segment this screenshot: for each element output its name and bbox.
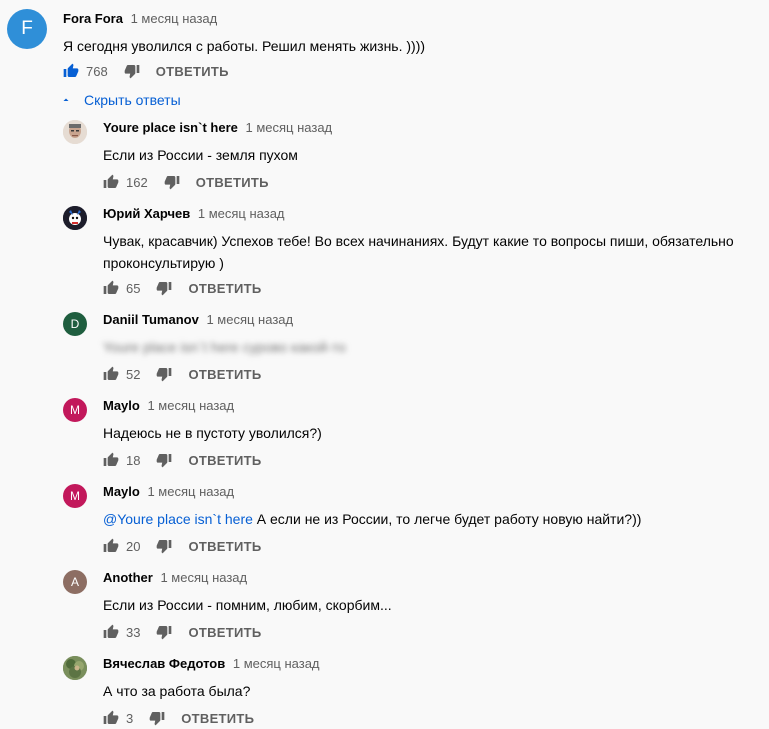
like-icon[interactable] — [103, 280, 119, 296]
comment-text: Надеюсь не в пустоту уволился?) — [103, 425, 322, 441]
author-name[interactable]: Fora Fora — [63, 11, 123, 26]
reply-button[interactable]: ОТВЕТИТЬ — [181, 711, 254, 726]
dislike-icon[interactable] — [164, 174, 180, 190]
avatar-letter: D — [70, 317, 80, 331]
character-photo-icon — [63, 206, 87, 230]
like-count: 52 — [126, 366, 141, 382]
dislike-icon[interactable] — [156, 624, 172, 640]
avatar[interactable]: M — [63, 398, 87, 422]
avatar[interactable]: A — [63, 570, 87, 594]
author-name[interactable]: Daniil Tumanov — [103, 312, 199, 327]
comment-time[interactable]: 1 месяц назад — [160, 570, 247, 585]
author-name[interactable]: Юрий Харчев — [103, 206, 190, 221]
comment-text: Если из России - земля пухом — [103, 147, 298, 163]
comment-text: Чувак, красавчик) Успехов тебе! Во всех … — [103, 233, 734, 271]
comment-time[interactable]: 1 месяц назад — [147, 398, 234, 413]
comment-toolbar: 20 ОТВЕТИТЬ — [103, 538, 262, 554]
like-icon[interactable] — [63, 63, 79, 79]
like-count: 162 — [126, 174, 148, 190]
like-count: 3 — [126, 710, 134, 726]
comment-toolbar: 18 ОТВЕТИТЬ — [103, 452, 262, 468]
author-name[interactable]: Maylo — [103, 484, 140, 499]
comment-time[interactable]: 1 месяц назад — [233, 656, 320, 671]
dislike-icon[interactable] — [156, 366, 172, 382]
comment-toolbar: 52 ОТВЕТИТЬ — [103, 366, 262, 382]
like-count: 65 — [126, 280, 141, 296]
author-name[interactable]: Youre place isn`t here — [103, 120, 238, 135]
comment-header: Another 1 месяц назад — [103, 570, 247, 585]
comment-header: Юрий Харчев 1 месяц назад — [103, 206, 285, 221]
comment-time[interactable]: 1 месяц назад — [206, 312, 293, 327]
avatar[interactable]: M — [63, 484, 87, 508]
nature-photo-icon — [63, 656, 87, 680]
face-photo-icon — [63, 120, 87, 144]
avatar-letter: A — [70, 575, 79, 589]
comment-text: Youre place isn`t here сурово какой-то — [103, 339, 346, 355]
hide-replies-button[interactable]: Скрыть ответы — [60, 92, 181, 108]
like-icon[interactable] — [103, 710, 119, 726]
comment-header: Daniil Tumanov 1 месяц назад — [103, 312, 293, 327]
dislike-icon[interactable] — [156, 280, 172, 296]
comment-time[interactable]: 1 месяц назад — [131, 11, 218, 26]
top-comment: F Fora Fora 1 месяц назад Я сегодня увол… — [7, 7, 767, 87]
like-icon[interactable] — [103, 174, 119, 190]
like-count: 20 — [126, 538, 141, 554]
comment-text: Я сегодня уволился с работы. Решил менят… — [63, 38, 426, 54]
hide-replies-label: Скрыть ответы — [84, 92, 181, 108]
author-name[interactable]: Maylo — [103, 398, 140, 413]
comment-header: Вячеслав Федотов 1 месяц назад — [103, 656, 320, 671]
comment-time[interactable]: 1 месяц назад — [147, 484, 234, 499]
comment-toolbar: 65 ОТВЕТИТЬ — [103, 280, 262, 296]
comment-header: Maylo 1 месяц назад — [103, 484, 234, 499]
avatar[interactable] — [63, 656, 87, 680]
avatar[interactable] — [63, 120, 87, 144]
dislike-icon[interactable] — [124, 63, 140, 79]
like-icon[interactable] — [103, 624, 119, 640]
reply-button[interactable]: ОТВЕТИТЬ — [188, 453, 261, 468]
reply-button[interactable]: ОТВЕТИТЬ — [156, 64, 229, 79]
caret-up-icon — [63, 98, 69, 101]
comment-toolbar: 3 ОТВЕТИТЬ — [103, 710, 254, 726]
like-icon[interactable] — [103, 452, 119, 468]
comment-toolbar: 33 ОТВЕТИТЬ — [103, 624, 262, 640]
avatar[interactable] — [63, 206, 87, 230]
avatar-letter: M — [70, 403, 80, 417]
comment-text: Если из России - помним, любим, скорбим.… — [103, 597, 392, 613]
comment-time[interactable]: 1 месяц назад — [245, 120, 332, 135]
comment-header: Fora Fora 1 месяц назад — [63, 11, 217, 26]
reply-button[interactable]: ОТВЕТИТЬ — [188, 539, 261, 554]
comment-header: Youre place isn`t here 1 месяц назад — [103, 120, 332, 135]
reply-button[interactable]: ОТВЕТИТЬ — [188, 625, 261, 640]
reply-button[interactable]: ОТВЕТИТЬ — [188, 367, 261, 382]
dislike-icon[interactable] — [149, 710, 165, 726]
reply-button[interactable]: ОТВЕТИТЬ — [188, 281, 261, 296]
avatar-letter: F — [21, 18, 33, 39]
comment-time[interactable]: 1 месяц назад — [198, 206, 285, 221]
comment-header: Maylo 1 месяц назад — [103, 398, 234, 413]
author-name[interactable]: Вячеслав Федотов — [103, 656, 225, 671]
avatar[interactable]: F — [7, 9, 47, 49]
comment-text: А что за работа была? — [103, 683, 251, 699]
avatar-letter: M — [70, 489, 80, 503]
mention-link[interactable]: @Youre place isn`t here — [103, 511, 253, 527]
author-name[interactable]: Another — [103, 570, 153, 585]
dislike-icon[interactable] — [156, 538, 172, 554]
dislike-icon[interactable] — [156, 452, 172, 468]
comment-toolbar: 768 ОТВЕТИТЬ — [63, 63, 229, 79]
comment-text-body: А если не из России, то легче будет рабо… — [252, 511, 642, 527]
like-count: 33 — [126, 624, 141, 640]
comment-toolbar: 162 ОТВЕТИТЬ — [103, 174, 269, 190]
comment-text: @Youre place isn`t here А если не из Рос… — [103, 508, 763, 530]
like-icon[interactable] — [103, 366, 119, 382]
like-count: 768 — [86, 63, 108, 79]
reply-button[interactable]: ОТВЕТИТЬ — [196, 175, 269, 190]
like-icon[interactable] — [103, 538, 119, 554]
like-count: 18 — [126, 452, 141, 468]
avatar[interactable]: D — [63, 312, 87, 336]
